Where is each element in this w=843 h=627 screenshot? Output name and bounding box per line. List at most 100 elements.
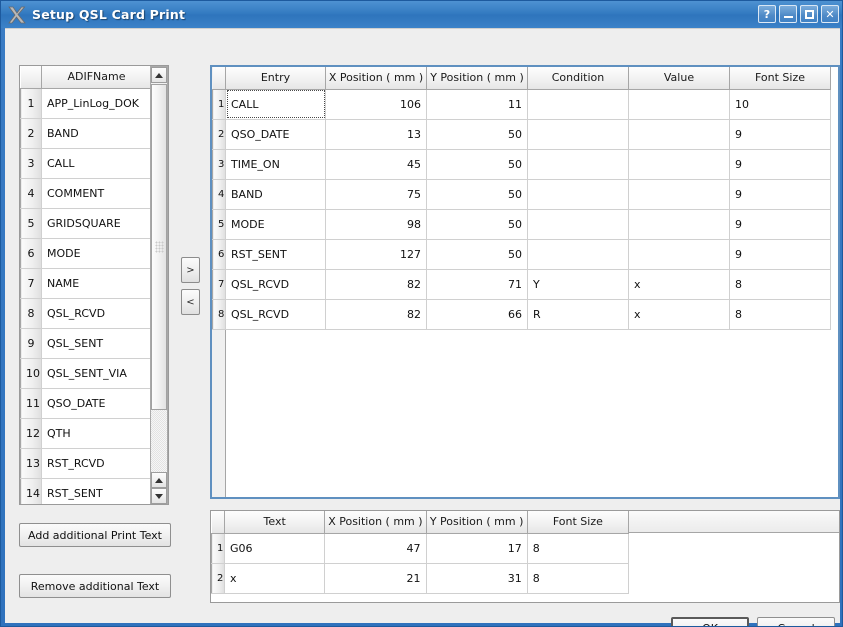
- maximize-button[interactable]: [800, 5, 818, 23]
- cell-condition[interactable]: [527, 209, 629, 240]
- table-row[interactable]: 3 TIME_ON 45 50 9: [212, 149, 831, 180]
- cell-value[interactable]: [628, 119, 730, 150]
- cell-x-position[interactable]: 82: [325, 269, 427, 300]
- column-header-text[interactable]: Text: [224, 511, 326, 534]
- column-header-x-position[interactable]: X Position ( mm ): [324, 511, 427, 534]
- cell-x-position[interactable]: 45: [325, 149, 427, 180]
- cell-x-position[interactable]: 13: [325, 119, 427, 150]
- list-item[interactable]: 11 QSO_DATE: [20, 388, 152, 419]
- cell-entry[interactable]: MODE: [225, 209, 326, 240]
- cell-font-size[interactable]: 8: [527, 563, 630, 594]
- cell-value[interactable]: [628, 209, 730, 240]
- table-row[interactable]: 1 CALL 106 11 10: [212, 89, 831, 120]
- cell-x-position[interactable]: 127: [325, 239, 427, 270]
- cell-text[interactable]: G06: [224, 533, 326, 564]
- cell-value[interactable]: [628, 179, 730, 210]
- list-item[interactable]: 8 QSL_RCVD: [20, 298, 152, 329]
- cell-font-size[interactable]: 9: [729, 209, 831, 240]
- cell-font-size[interactable]: 9: [729, 119, 831, 150]
- adifname-cell[interactable]: COMMENT: [41, 178, 152, 209]
- cell-font-size[interactable]: 8: [729, 269, 831, 300]
- cell-entry[interactable]: BAND: [225, 179, 326, 210]
- cell-condition[interactable]: Y: [527, 269, 629, 300]
- move-right-button[interactable]: >: [181, 257, 200, 283]
- scrollbar-thumb[interactable]: [151, 84, 167, 410]
- cell-y-position[interactable]: 50: [426, 119, 528, 150]
- cell-entry[interactable]: QSL_RCVD: [225, 269, 326, 300]
- table-row[interactable]: 2 x 21 31 8: [211, 563, 630, 594]
- cell-entry[interactable]: QSO_DATE: [225, 119, 326, 150]
- list-item[interactable]: 12 QTH: [20, 418, 152, 449]
- cell-y-position[interactable]: 50: [426, 209, 528, 240]
- cell-condition[interactable]: [527, 239, 629, 270]
- cell-y-position[interactable]: 66: [426, 299, 528, 330]
- adifname-cell[interactable]: NAME: [41, 268, 152, 299]
- scroll-up-arrow-bottom[interactable]: [151, 472, 167, 488]
- cell-text[interactable]: x: [224, 563, 326, 594]
- cell-condition[interactable]: [527, 149, 629, 180]
- list-item[interactable]: 4 COMMENT: [20, 178, 152, 209]
- list-item[interactable]: 3 CALL: [20, 148, 152, 179]
- cell-condition[interactable]: R: [527, 299, 629, 330]
- cell-entry[interactable]: QSL_RCVD: [225, 299, 326, 330]
- column-header-x-position[interactable]: X Position ( mm ): [325, 67, 427, 90]
- cell-entry[interactable]: CALL: [225, 89, 326, 120]
- cell-y-position[interactable]: 50: [426, 239, 528, 270]
- scroll-down-arrow[interactable]: [151, 488, 167, 504]
- adifname-cell[interactable]: MODE: [41, 238, 152, 269]
- adifname-cell[interactable]: APP_LinLog_DOK: [41, 88, 152, 119]
- move-left-button[interactable]: <: [181, 289, 200, 315]
- cell-y-position[interactable]: 71: [426, 269, 528, 300]
- adifname-cell[interactable]: QSL_RCVD: [41, 298, 152, 329]
- scroll-up-arrow-top[interactable]: [151, 67, 167, 83]
- table-row[interactable]: 6 RST_SENT 127 50 9: [212, 239, 831, 270]
- cell-x-position[interactable]: 47: [324, 533, 427, 564]
- list-item[interactable]: 1 APP_LinLog_DOK: [20, 88, 152, 119]
- cell-x-position[interactable]: 106: [325, 89, 427, 120]
- adifname-cell[interactable]: RST_SENT: [41, 478, 152, 504]
- list-item[interactable]: 2 BAND: [20, 118, 152, 149]
- adifname-cell[interactable]: RST_RCVD: [41, 448, 152, 479]
- list-item[interactable]: 5 GRIDSQUARE: [20, 208, 152, 239]
- adifname-cell[interactable]: QSO_DATE: [41, 388, 152, 419]
- cell-font-size[interactable]: 10: [729, 89, 831, 120]
- cell-condition[interactable]: [527, 89, 629, 120]
- table-row[interactable]: 7 QSL_RCVD 82 71 Y x 8: [212, 269, 831, 300]
- cell-x-position[interactable]: 21: [324, 563, 427, 594]
- list-item[interactable]: 6 MODE: [20, 238, 152, 269]
- list-item[interactable]: 7 NAME: [20, 268, 152, 299]
- cell-condition[interactable]: [527, 119, 629, 150]
- cell-entry[interactable]: TIME_ON: [225, 149, 326, 180]
- cell-y-position[interactable]: 50: [426, 149, 528, 180]
- table-row[interactable]: 1 G06 47 17 8: [211, 533, 630, 564]
- cancel-button[interactable]: Cancel: [757, 617, 835, 626]
- column-header-font-size[interactable]: Font Size: [729, 67, 831, 90]
- adifname-cell[interactable]: CALL: [41, 148, 152, 179]
- adifname-cell[interactable]: QTH: [41, 418, 152, 449]
- cell-value[interactable]: x: [628, 269, 730, 300]
- additional-text-table[interactable]: Text X Position ( mm ) Y Position ( mm )…: [210, 510, 840, 603]
- cell-value[interactable]: [628, 89, 730, 120]
- cell-font-size[interactable]: 8: [729, 299, 831, 330]
- column-header-value[interactable]: Value: [628, 67, 730, 90]
- print-entries-table[interactable]: Entry X Position ( mm ) Y Position ( mm …: [210, 65, 840, 499]
- table-row[interactable]: 8 QSL_RCVD 82 66 R x 8: [212, 299, 831, 330]
- cell-value[interactable]: [628, 149, 730, 180]
- close-button[interactable]: ✕: [821, 5, 839, 23]
- add-additional-print-text-button[interactable]: Add additional Print Text: [19, 523, 171, 547]
- list-item[interactable]: 14 RST_SENT: [20, 478, 152, 504]
- cell-y-position[interactable]: 31: [426, 563, 528, 594]
- list-item[interactable]: 9 QSL_SENT: [20, 328, 152, 359]
- ok-button[interactable]: OK: [671, 617, 749, 626]
- adifname-cell[interactable]: QSL_SENT_VIA: [41, 358, 152, 389]
- cell-value[interactable]: [628, 239, 730, 270]
- cell-x-position[interactable]: 75: [325, 179, 427, 210]
- cell-value[interactable]: x: [628, 299, 730, 330]
- adifname-cell[interactable]: GRIDSQUARE: [41, 208, 152, 239]
- adif-name-list[interactable]: ADIFName 1 APP_LinLog_DOK 2 BAND 3 CALL …: [19, 65, 169, 505]
- cell-font-size[interactable]: 9: [729, 149, 831, 180]
- column-header-entry[interactable]: Entry: [225, 67, 326, 90]
- remove-additional-text-button[interactable]: Remove additional Text: [19, 574, 171, 598]
- cell-y-position[interactable]: 11: [426, 89, 528, 120]
- adif-list-scrollbar[interactable]: [150, 66, 168, 504]
